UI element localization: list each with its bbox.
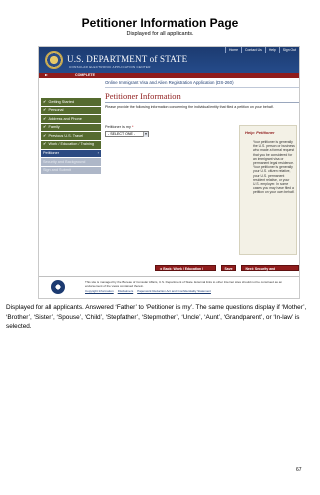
copyright-link[interactable]: Copyright Information xyxy=(85,289,114,293)
progress-arrow-icon xyxy=(45,74,48,76)
progress-label: COMPLETE xyxy=(75,73,95,77)
page-caption: Displayed for all applicants. Answered ‘… xyxy=(6,304,307,330)
sidebar-item-label: Petitioner xyxy=(43,151,60,156)
divider xyxy=(105,102,299,103)
application-screenshot: Home Contact Us Help Sign Out U.S. DEPAR… xyxy=(38,46,300,299)
petitioner-relationship-select[interactable]: - SELECT ONE - ▼ xyxy=(105,131,149,137)
progress-bar: COMPLETE xyxy=(39,73,299,78)
sidebar-item-getting-started[interactable]: ✔ Getting Started xyxy=(41,98,101,106)
petitioner-is-my-label: Petitioner is my * xyxy=(105,125,134,129)
field-label-text: Petitioner is my xyxy=(105,125,131,129)
sidebar-item-previous-us-travel[interactable]: ✔ Previous U.S. Travel xyxy=(41,132,101,140)
site-brand: U.S. DEPARTMENT of STATE xyxy=(67,54,188,64)
sidebar-item-label: Getting Started xyxy=(48,99,75,104)
disclaimers-link[interactable]: Disclaimers xyxy=(118,289,134,293)
top-nav: Home Contact Us Help Sign Out xyxy=(224,47,299,53)
sidebar-item-work-education-training[interactable]: ✔ Work / Education / Training xyxy=(41,140,101,149)
sidebar-item-label: Address and Phone xyxy=(48,116,82,121)
sidebar-item-label: Sign and Submit xyxy=(43,168,71,173)
contact-us-link[interactable]: Contact Us xyxy=(241,47,265,53)
check-icon: ✔ xyxy=(43,132,47,138)
sign-out-link[interactable]: Sign Out xyxy=(278,47,299,53)
sidebar-item-label: Previous U.S. Travel xyxy=(48,133,84,138)
check-icon: ✔ xyxy=(43,115,47,121)
footer-text: This site is managed by the Bureau of Co… xyxy=(85,280,283,288)
instructions-text: Please provide the following information… xyxy=(105,105,274,109)
help-link[interactable]: Help xyxy=(264,47,279,53)
divider xyxy=(105,87,299,88)
sidebar-item-label: Personal xyxy=(48,108,64,113)
paperwork-reduction-link[interactable]: Paperwork Reduction Act and Confidential… xyxy=(137,289,211,293)
form-header: Online Immigrant Visa and Alien Registra… xyxy=(105,80,234,85)
select-value: - SELECT ONE - xyxy=(108,132,136,137)
sidebar-item-family[interactable]: ✔ Family xyxy=(41,123,101,132)
sidebar-item-sign-and-submit[interactable]: Sign and Submit xyxy=(41,166,101,175)
navigation-buttons: ◄ Back: Work / Education / Training Save… xyxy=(155,265,299,277)
sidebar-item-address-and-phone[interactable]: ✔ Address and Phone xyxy=(41,115,101,123)
help-panel: Help: Petitioner Your petitioner is gene… xyxy=(239,125,297,255)
sidebar-nav: ✔ Getting Started ✔ Personal ✔ Address a… xyxy=(41,98,101,175)
sidebar-item-security-and-background[interactable]: Security and Background xyxy=(41,158,101,166)
check-icon: ✔ xyxy=(43,124,47,130)
required-marker: * xyxy=(132,125,134,129)
back-button[interactable]: ◄ Back: Work / Education / Training xyxy=(155,265,216,277)
check-icon: ✔ xyxy=(43,98,47,104)
check-icon: ✔ xyxy=(43,141,47,147)
sidebar-item-label: Work / Education / Training xyxy=(48,142,95,147)
chevron-down-icon[interactable]: ▼ xyxy=(143,132,148,137)
home-link[interactable]: Home xyxy=(224,47,241,53)
sidebar-item-label: Family xyxy=(48,125,60,130)
help-body: Your petitioner is generally the U.S. pe… xyxy=(253,140,295,195)
state-department-seal-icon xyxy=(45,51,63,69)
check-icon: ✔ xyxy=(43,107,47,113)
footer-links: Copyright Information Disclaimers Paperw… xyxy=(85,289,295,293)
help-title: Help: Petitioner xyxy=(245,130,275,135)
document-title: Petitioner Information Page xyxy=(81,16,239,30)
site-banner: Home Contact Us Help Sign Out U.S. DEPAR… xyxy=(39,47,299,73)
chevron-right-icon: › xyxy=(97,150,99,156)
consular-affairs-seal-icon xyxy=(51,280,65,294)
page-number: 67 xyxy=(296,467,302,473)
next-button[interactable]: Next: Security and Background ► xyxy=(241,265,299,277)
page-title: Petitioner Information xyxy=(105,91,181,101)
sidebar-item-label: Security and Background xyxy=(43,159,86,164)
document-subtitle: Displayed for all applicants. xyxy=(126,31,194,37)
sidebar-item-petitioner[interactable]: Petitioner › xyxy=(41,149,101,158)
site-footer: This site is managed by the Bureau of Co… xyxy=(39,276,299,298)
site-brand-subtitle: CONSULAR ELECTRONIC APPLICATION CENTER xyxy=(69,65,151,69)
sidebar-item-personal[interactable]: ✔ Personal xyxy=(41,106,101,115)
save-button[interactable]: Save xyxy=(220,265,237,271)
